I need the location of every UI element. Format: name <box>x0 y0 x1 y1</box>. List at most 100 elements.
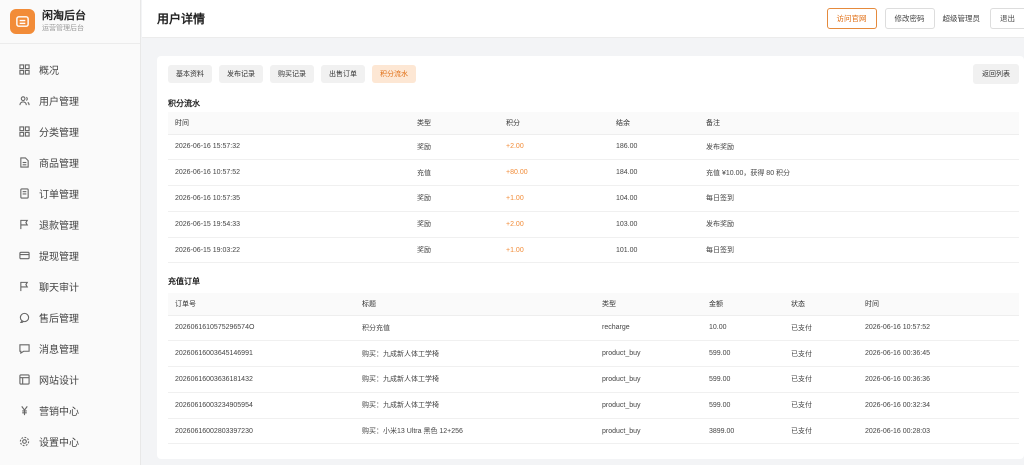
change-password-button[interactable]: 修改密码 <box>884 8 935 29</box>
table-row: 2026-06-16 10:57:52 充值 +80.00 184.00 充值 … <box>168 159 1019 187</box>
sidebar-item-label: 设置中心 <box>39 438 79 449</box>
column-header: 备注 <box>699 112 1019 135</box>
column-header: 结余 <box>609 112 699 135</box>
sidebar-item-label: 概况 <box>39 66 59 77</box>
sidebar-item-label: 提现管理 <box>39 252 79 263</box>
cell-amount: 599.00 <box>702 340 784 368</box>
yen-icon <box>18 405 30 417</box>
sidebar-item-categories[interactable]: 分类管理 <box>0 116 140 147</box>
cell-order-no: 20260616003636181432 <box>168 366 355 393</box>
cell-time: 2026-06-15 19:03:22 <box>168 237 410 264</box>
user-detail-card: 基本资料 发布记录 购买记录 出售订单 积分流水 返回列表 积分流水 时间 类型… <box>157 56 1024 459</box>
cell-remark: 发布奖励 <box>699 211 1019 238</box>
sidebar-item-label: 消息管理 <box>39 345 79 356</box>
sidebar-item-after-sales[interactable]: 售后管理 <box>0 302 140 333</box>
detail-tabs: 基本资料 发布记录 购买记录 出售订单 积分流水 <box>168 65 423 83</box>
cell-time: 2026-06-16 10:57:52 <box>858 315 1019 342</box>
cell-balance: 103.00 <box>609 211 699 238</box>
cell-points: +1.00 <box>499 185 609 212</box>
cell-type: product_buy <box>595 418 702 445</box>
top-bar: 用户详情 访问官网 修改密码 超级管理员 退出 <box>142 0 1024 38</box>
sidebar-item-label: 聊天审计 <box>39 283 79 294</box>
cell-points: +2.00 <box>499 134 609 161</box>
cell-amount: 599.00 <box>702 392 784 419</box>
table-header-row: 订单号 标题 类型 金额 状态 时间 <box>168 293 1019 316</box>
table-row: 20260616003234905954 购买：九成新人体工学椅 product… <box>168 392 1019 419</box>
tab-purchase-records[interactable]: 购买记录 <box>270 65 314 83</box>
cell-balance: 184.00 <box>609 159 699 187</box>
sidebar-item-products[interactable]: 商品管理 <box>0 147 140 178</box>
tab-sale-orders[interactable]: 出售订单 <box>321 65 365 83</box>
sidebar-item-refunds[interactable]: 退款管理 <box>0 209 140 240</box>
message-icon <box>18 343 30 355</box>
cell-time: 2026-06-16 10:57:52 <box>168 159 410 187</box>
logout-button[interactable]: 退出 <box>990 8 1024 29</box>
sidebar-item-label: 用户管理 <box>39 97 79 108</box>
cell-status: 已支付 <box>784 366 858 393</box>
visit-site-button[interactable]: 访问官网 <box>826 8 877 29</box>
brand[interactable]: 闲淘后台 运营管理后台 <box>0 0 140 44</box>
back-to-list-button[interactable]: 返回列表 <box>973 64 1019 84</box>
sidebar-item-chat-audit[interactable]: 聊天审计 <box>0 271 140 302</box>
column-header: 类型 <box>410 112 499 135</box>
sidebar-item-label: 售后管理 <box>39 314 79 325</box>
sidebar-item-label: 网站设计 <box>39 376 79 387</box>
cell-status: 已支付 <box>784 392 858 419</box>
sidebar-item-label: 营销中心 <box>39 407 79 418</box>
sidebar-item-users[interactable]: 用户管理 <box>0 85 140 116</box>
document-icon <box>18 157 30 169</box>
tab-basic-info[interactable]: 基本资料 <box>168 65 212 83</box>
table-row: 20260616002803397230 购买：小米13 Ultra 黑色 12… <box>168 418 1019 445</box>
column-header: 时间 <box>858 293 1019 316</box>
recharge-section-title: 充值订单 <box>168 277 200 286</box>
cell-balance: 101.00 <box>609 237 699 264</box>
sidebar-item-label: 订单管理 <box>39 190 79 201</box>
cell-type: product_buy <box>595 392 702 419</box>
cell-status: 已支付 <box>784 340 858 368</box>
cell-points: +1.00 <box>499 237 609 264</box>
tab-publish-records[interactable]: 发布记录 <box>219 65 263 83</box>
sidebar-item-messages[interactable]: 消息管理 <box>0 333 140 364</box>
cell-title: 购买：九成新人体工学椅 <box>355 366 595 393</box>
table-row: 2026061610575296574O 积分充值 recharge 10.00… <box>168 315 1019 342</box>
sidebar-item-site-design[interactable]: 网站设计 <box>0 364 140 395</box>
column-header: 时间 <box>168 112 410 135</box>
grid-icon <box>18 64 30 76</box>
sidebar-item-overview[interactable]: 概况 <box>0 54 140 85</box>
cell-time: 2026-06-16 00:36:45 <box>858 340 1019 368</box>
cell-balance: 186.00 <box>609 134 699 161</box>
brand-subtitle: 运营管理后台 <box>42 25 84 32</box>
brand-logo <box>10 9 35 34</box>
cell-title: 购买：九成新人体工学椅 <box>355 340 595 368</box>
cell-time: 2026-06-16 00:36:36 <box>858 366 1019 393</box>
cell-order-no: 20260616002803397230 <box>168 418 355 445</box>
cell-remark: 充值 ¥10.00，获得 80 积分 <box>699 159 1019 187</box>
cell-type: 充值 <box>410 159 499 187</box>
table-row: 20260616003636181432 购买：九成新人体工学椅 product… <box>168 366 1019 393</box>
cell-remark: 每日签到 <box>699 185 1019 212</box>
cell-status: 已支付 <box>784 315 858 342</box>
layout-icon <box>18 374 30 386</box>
sidebar-item-orders[interactable]: 订单管理 <box>0 178 140 209</box>
chat-bubble-icon <box>18 312 30 324</box>
cell-type: 奖励 <box>410 237 499 264</box>
cell-order-no: 2026061610575296574O <box>168 315 355 342</box>
brand-title: 闲淘后台 <box>42 10 86 22</box>
gear-icon <box>18 436 30 448</box>
sidebar-item-withdrawals[interactable]: 提现管理 <box>0 240 140 271</box>
cell-time: 2026-06-15 19:54:33 <box>168 211 410 238</box>
category-icon <box>18 126 30 138</box>
cell-title: 购买：小米13 Ultra 黑色 12+256 <box>355 418 595 445</box>
tab-points-ledger[interactable]: 积分流水 <box>372 65 416 83</box>
sidebar-item-settings[interactable]: 设置中心 <box>0 426 140 457</box>
top-actions: 访问官网 修改密码 超级管理员 退出 <box>826 8 1024 29</box>
cell-title: 购买：九成新人体工学椅 <box>355 392 595 419</box>
flag-icon <box>18 219 30 231</box>
sidebar-item-marketing[interactable]: 营销中心 <box>0 395 140 426</box>
cell-type: product_buy <box>595 340 702 368</box>
column-header: 状态 <box>784 293 858 316</box>
column-header: 积分 <box>499 112 609 135</box>
column-header: 标题 <box>355 293 595 316</box>
recharge-table: 订单号 标题 类型 金额 状态 时间 2026061610575296574O … <box>168 293 1019 445</box>
card-icon <box>18 250 30 262</box>
